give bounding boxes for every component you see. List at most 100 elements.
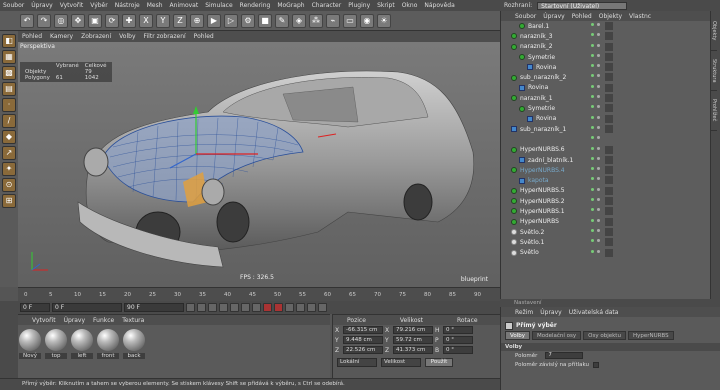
keyframe-scale-icon[interactable] (307, 303, 316, 312)
menu-item-1[interactable]: Úpravy (31, 2, 52, 9)
visibility-render-icon[interactable] (597, 177, 600, 181)
material-tag-icon[interactable] (605, 73, 613, 82)
attribute-menu-item-0[interactable]: Režim (515, 309, 533, 316)
visibility-render-icon[interactable] (597, 198, 600, 202)
material-2[interactable]: left (71, 329, 93, 359)
menu-item-3[interactable]: Výběr (90, 2, 107, 9)
keyframe-rotation-icon[interactable] (318, 303, 327, 312)
visibility-editor-icon[interactable] (591, 198, 594, 202)
material-menu-item-3[interactable]: Textura (122, 317, 144, 324)
redo-icon[interactable]: ↷ (37, 13, 51, 28)
record-icon[interactable] (263, 303, 272, 312)
object-row[interactable]: Rovina (501, 62, 710, 72)
visibility-render-icon[interactable] (597, 249, 600, 253)
object-row[interactable]: HyperNURBS.1 (501, 206, 710, 216)
material-tag-icon[interactable] (605, 176, 613, 185)
position-z-field[interactable]: 22.526 cm (343, 346, 383, 354)
material-4[interactable]: back (123, 329, 145, 359)
material-tag-icon[interactable] (605, 207, 613, 216)
attribute-tab-2[interactable]: Osy objektu (583, 331, 626, 340)
rotation-b-field[interactable]: 0 ° (443, 346, 473, 354)
material-tag-icon[interactable] (605, 217, 613, 226)
snap-icon[interactable]: ⊙ (2, 178, 16, 192)
model-mode-icon[interactable]: ▦ (2, 50, 16, 64)
visibility-editor-icon[interactable] (591, 105, 594, 109)
object-row[interactable]: narazník_3 (501, 31, 710, 41)
right-tab-0[interactable]: Objekty (711, 11, 717, 51)
tweak-icon[interactable]: ✦ (2, 162, 16, 176)
layout-select[interactable]: Startovní (Uživatel) (537, 1, 628, 10)
visibility-render-icon[interactable] (597, 228, 600, 232)
object-menu-item-2[interactable]: Pohled (572, 13, 592, 20)
menu-item-9[interactable]: MoGraph (277, 2, 304, 9)
object-row[interactable]: Světlo.2 (501, 227, 710, 237)
viewport-menu-item-4[interactable]: Filtr zobrazení (144, 33, 186, 40)
coord-system-icon[interactable]: ⊕ (190, 13, 204, 28)
visibility-editor-icon[interactable] (591, 23, 594, 26)
object-row[interactable]: Symetrie (501, 52, 710, 62)
object-row[interactable] (501, 134, 710, 144)
viewport-menu-item-0[interactable]: Pohled (22, 33, 42, 40)
position-y-field[interactable]: 9.448 cm (343, 336, 383, 344)
menu-item-7[interactable]: Simulace (205, 2, 232, 9)
visibility-editor-icon[interactable] (591, 74, 594, 78)
visibility-editor-icon[interactable] (591, 167, 594, 171)
visibility-editor-icon[interactable] (591, 249, 594, 253)
lock-workplane-icon[interactable]: ⊞ (2, 194, 16, 208)
polygons-mode-icon[interactable]: ◆ (2, 130, 16, 144)
visibility-render-icon[interactable] (597, 239, 600, 243)
visibility-render-icon[interactable] (597, 105, 600, 109)
object-row[interactable]: kapota (501, 175, 710, 185)
visibility-editor-icon[interactable] (591, 156, 594, 160)
timeline[interactable]: 0 5 10 15 20 25 30 35 40 45 50 55 60 65 70 75 80 85 90 (18, 287, 500, 301)
visibility-render-icon[interactable] (597, 95, 600, 99)
attribute-tab-0[interactable]: Volby (505, 331, 530, 340)
pressure-checkbox[interactable] (593, 361, 600, 368)
prev-key-icon[interactable] (197, 303, 206, 312)
menu-item-6[interactable]: Animovat (170, 2, 199, 9)
visibility-editor-icon[interactable] (591, 84, 594, 88)
visibility-editor-icon[interactable] (591, 228, 594, 232)
material-tag-icon[interactable] (605, 42, 613, 51)
visibility-editor-icon[interactable] (591, 208, 594, 212)
rotation-p-field[interactable]: 0 ° (443, 336, 473, 344)
next-frame-icon[interactable] (230, 303, 239, 312)
material-tag-icon[interactable] (605, 197, 613, 206)
texture-mode-icon[interactable]: ▩ (2, 66, 16, 80)
menu-item-13[interactable]: Okno (402, 2, 418, 9)
visibility-render-icon[interactable] (597, 218, 600, 222)
object-row[interactable]: HyperNURBS.4 (501, 165, 710, 175)
visibility-editor-icon[interactable] (591, 136, 594, 140)
prev-frame-icon[interactable] (208, 303, 217, 312)
visibility-editor-icon[interactable] (591, 125, 594, 129)
move-axis-icon[interactable]: ✚ (122, 13, 136, 28)
play-icon[interactable] (219, 303, 228, 312)
object-row[interactable]: Rovina (501, 83, 710, 93)
menu-item-4[interactable]: Nástroje (115, 2, 140, 9)
visibility-editor-icon[interactable] (591, 218, 594, 222)
visibility-render-icon[interactable] (597, 64, 600, 68)
material-tag-icon[interactable] (605, 104, 613, 113)
visibility-render-icon[interactable] (597, 136, 600, 140)
visibility-editor-icon[interactable] (591, 115, 594, 119)
material-tag-icon[interactable] (605, 63, 613, 72)
light-icon[interactable]: ☀ (377, 13, 391, 28)
end-frame-field[interactable]: 90 F (124, 303, 184, 312)
visibility-render-icon[interactable] (597, 53, 600, 57)
keyframe-position-icon[interactable] (296, 303, 305, 312)
viewport-menu-item-5[interactable]: Pohled (194, 33, 214, 40)
keyframe-icon[interactable] (285, 303, 294, 312)
object-row[interactable]: Světlo (501, 248, 710, 258)
menu-item-8[interactable]: Rendering (240, 2, 271, 9)
visibility-render-icon[interactable] (597, 156, 600, 160)
object-row[interactable]: zadní_blatník.1 (501, 155, 710, 165)
workplane-icon[interactable]: ▤ (2, 82, 16, 96)
perspective-viewport[interactable]: Perspektiva Vybrané Celkové Objekty 79 Pol… (18, 42, 500, 287)
attribute-tab-3[interactable]: HyperNURBS (627, 331, 674, 340)
object-row[interactable]: HyperNURBS.6 (501, 145, 710, 155)
current-frame-field[interactable]: 0 F (52, 303, 122, 312)
visibility-render-icon[interactable] (597, 146, 600, 150)
right-tab-1[interactable]: Struktura (711, 51, 717, 91)
viewport-menu-item-1[interactable]: Kamery (50, 33, 73, 40)
visibility-editor-icon[interactable] (591, 64, 594, 68)
